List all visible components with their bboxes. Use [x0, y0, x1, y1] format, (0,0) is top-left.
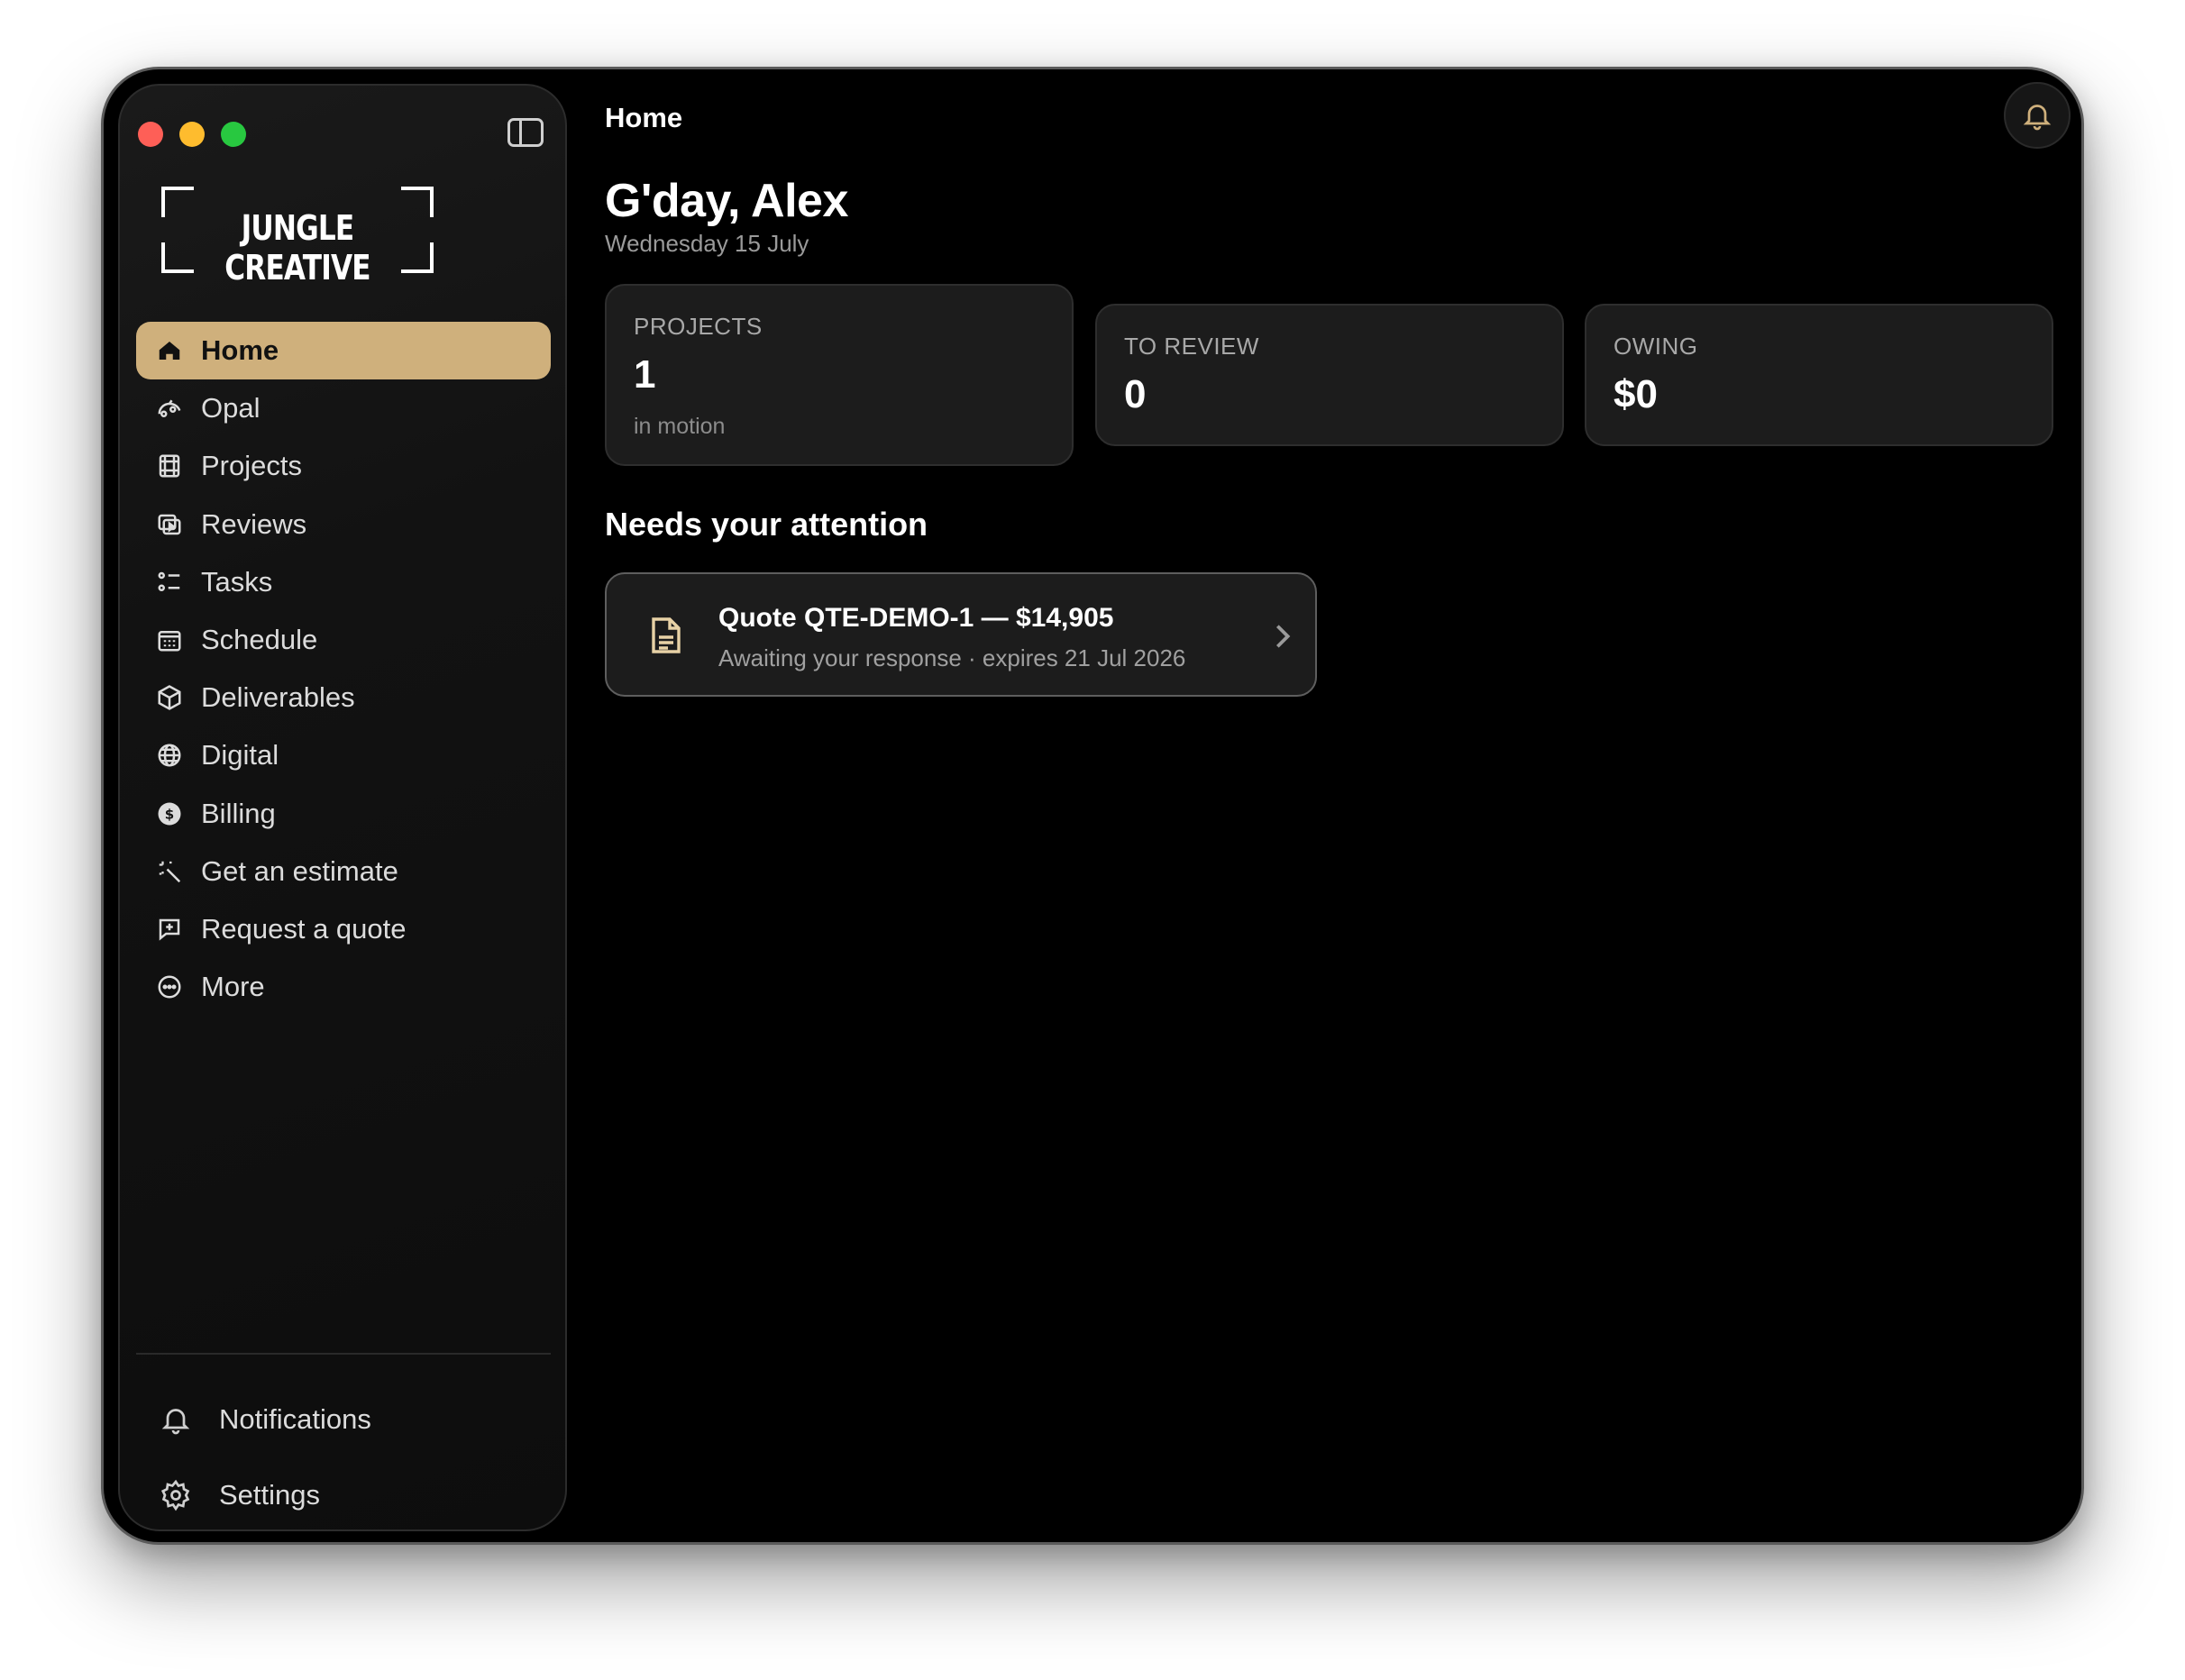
- opal-icon: [156, 395, 183, 422]
- stat-card-to-review[interactable]: TO REVIEW 0: [1095, 304, 1564, 446]
- bell-icon: [160, 1403, 192, 1436]
- sidebar-item-schedule[interactable]: Schedule: [136, 611, 551, 669]
- sidebar-item-label: Schedule: [201, 623, 318, 655]
- bell-icon: [2021, 99, 2053, 132]
- sidebar-item-label: Billing: [201, 797, 276, 829]
- attention-item-title: Quote QTE-DEMO-1 — $14,905: [718, 603, 1114, 633]
- sidebar-item-more[interactable]: More: [136, 958, 551, 1016]
- more-icon: [156, 973, 183, 1000]
- attention-item-subtitle: Awaiting your response · expires 21 Jul …: [718, 644, 1186, 671]
- greeting: G'day, Alex: [605, 175, 848, 227]
- logo-text: JUNGLE CREATIVE: [224, 208, 370, 288]
- sidebar-item-label: Request a quote: [201, 912, 407, 945]
- tasks-icon: [156, 569, 183, 596]
- sidebar-item-tasks[interactable]: Tasks: [136, 553, 551, 611]
- sidebar-item-label: Projects: [201, 450, 302, 482]
- sidebar-item-opal[interactable]: Opal: [136, 379, 551, 437]
- sidebar-item-home[interactable]: Home: [136, 322, 551, 379]
- attention-section-title: Needs your attention: [605, 506, 928, 543]
- sidebar-item-label: Opal: [201, 392, 261, 425]
- sidebar-item-label: Digital: [201, 739, 279, 772]
- attention-item-quote[interactable]: Quote QTE-DEMO-1 — $14,905 Awaiting your…: [605, 572, 1317, 697]
- sidebar-toggle-icon[interactable]: [507, 118, 544, 147]
- sidebar-item-get-estimate[interactable]: Get an estimate: [136, 843, 551, 900]
- chevron-right-icon: [1272, 621, 1294, 652]
- page-title: Home: [605, 102, 683, 133]
- sidebar-item-label: Reviews: [201, 507, 307, 540]
- globe-icon: [156, 742, 183, 769]
- review-icon: [156, 511, 183, 538]
- stat-label: OWING: [1614, 333, 1698, 360]
- sidebar-item-projects[interactable]: Projects: [136, 437, 551, 495]
- stat-subtext: in motion: [634, 414, 726, 439]
- stat-value: $0: [1614, 372, 1658, 416]
- stat-value: 1: [634, 352, 656, 397]
- minimize-window-button[interactable]: [179, 122, 205, 147]
- sidebar-item-settings[interactable]: Settings: [160, 1479, 320, 1511]
- sidebar-item-reviews[interactable]: Reviews: [136, 496, 551, 553]
- notifications-button[interactable]: [2004, 82, 2071, 149]
- sidebar-item-deliverables[interactable]: Deliverables: [136, 669, 551, 726]
- sidebar-item-billing[interactable]: $ Billing: [136, 785, 551, 843]
- app-window: JUNGLE CREATIVE Home Opal Projects Revie…: [101, 67, 2084, 1545]
- stat-card-owing[interactable]: OWING $0: [1585, 304, 2053, 446]
- message-plus-icon: [156, 916, 183, 943]
- window-controls: [138, 122, 246, 147]
- home-icon: [156, 337, 183, 364]
- stat-value: 0: [1124, 372, 1147, 416]
- sidebar-nav: Home Opal Projects Reviews Tasks Schedul…: [136, 322, 551, 1016]
- magic-wand-icon: [156, 858, 183, 885]
- film-icon: [156, 452, 183, 479]
- sidebar-item-notifications[interactable]: Notifications: [160, 1403, 371, 1436]
- gear-icon: [160, 1479, 192, 1511]
- sidebar-item-digital[interactable]: Digital: [136, 726, 551, 784]
- box-icon: [156, 684, 183, 711]
- sidebar: JUNGLE CREATIVE Home Opal Projects Revie…: [118, 84, 567, 1531]
- stat-label: PROJECTS: [634, 313, 763, 340]
- sidebar-item-label: More: [201, 971, 265, 1003]
- logo[interactable]: JUNGLE CREATIVE: [161, 187, 434, 288]
- dollar-icon: $: [156, 800, 183, 827]
- sidebar-item-request-quote[interactable]: Request a quote: [136, 900, 551, 958]
- svg-text:$: $: [165, 806, 174, 822]
- settings-label: Settings: [219, 1479, 321, 1511]
- sidebar-item-label: Get an estimate: [201, 854, 398, 887]
- stat-card-projects[interactable]: PROJECTS 1 in motion: [605, 284, 1074, 466]
- document-icon: [648, 616, 684, 655]
- sidebar-divider: [136, 1353, 551, 1355]
- notifications-label: Notifications: [219, 1403, 371, 1435]
- current-date: Wednesday 15 July: [605, 230, 809, 257]
- sidebar-item-label: Tasks: [201, 565, 273, 598]
- sidebar-item-label: Deliverables: [201, 681, 355, 714]
- close-window-button[interactable]: [138, 122, 163, 147]
- stat-label: TO REVIEW: [1124, 333, 1259, 360]
- zoom-window-button[interactable]: [221, 122, 246, 147]
- calendar-icon: [156, 626, 183, 653]
- sidebar-item-label: Home: [201, 334, 279, 366]
